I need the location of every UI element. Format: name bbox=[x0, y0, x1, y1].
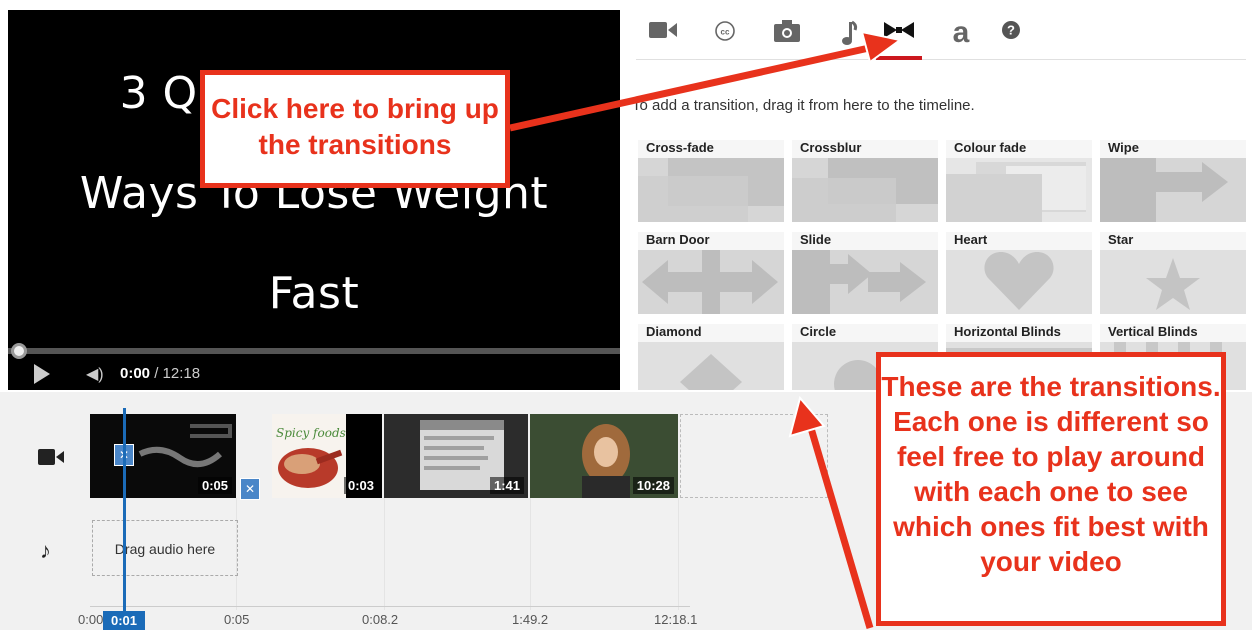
current-time: 0:00 bbox=[120, 365, 151, 382]
help-icon: ? bbox=[1002, 21, 1020, 39]
ruler-label: 0:00 bbox=[78, 612, 104, 627]
ruler-label: 12:18.1 bbox=[654, 612, 698, 627]
ruler-label: 0:08.2 bbox=[362, 612, 399, 627]
video-player[interactable]: 3 Quick and Easy Ways To Lose Weight Fas… bbox=[8, 10, 620, 390]
transition-label: Slide bbox=[792, 232, 938, 250]
tab-help[interactable]: ? bbox=[988, 14, 1034, 60]
wipe-arrow-icon bbox=[1100, 158, 1246, 222]
tab-captions[interactable]: cc bbox=[702, 14, 748, 60]
clip-duration: 0:05 bbox=[197, 477, 232, 494]
callout-transitions-tab: Click here to bring up the transitions bbox=[200, 70, 510, 188]
transition-label: Star bbox=[1100, 232, 1246, 250]
editor-tool-tabs: cc a ? bbox=[636, 14, 1246, 60]
transition-label: Diamond bbox=[638, 324, 784, 342]
playhead[interactable] bbox=[123, 408, 126, 614]
ruler-label: 1:49.2 bbox=[512, 612, 549, 627]
slide-arrows-icon bbox=[792, 250, 938, 314]
tab-transitions[interactable] bbox=[876, 14, 922, 60]
svg-text:?: ? bbox=[1007, 23, 1015, 38]
barn-door-icon bbox=[638, 250, 784, 314]
transition-label: Heart bbox=[946, 232, 1092, 250]
transition-label: Barn Door bbox=[638, 232, 784, 250]
transition-label: Cross-fade bbox=[638, 140, 784, 158]
music-note-icon bbox=[842, 20, 858, 45]
crossblur-preview-icon bbox=[792, 158, 938, 222]
tab-text[interactable]: a bbox=[938, 14, 984, 60]
clip-duration: 0:03 bbox=[343, 477, 378, 494]
ruler-label: 0:05 bbox=[224, 612, 250, 627]
timeline-clip[interactable]: 1:41 bbox=[384, 414, 528, 498]
photo-camera-icon bbox=[774, 20, 800, 42]
transition-crossblur[interactable]: Crossblur bbox=[792, 140, 938, 222]
transition-label: Vertical Blinds bbox=[1100, 324, 1246, 342]
video-drop-zone[interactable] bbox=[680, 414, 828, 498]
star-icon bbox=[1100, 250, 1246, 314]
clip-duration: 10:28 bbox=[632, 477, 674, 494]
progress-bar[interactable] bbox=[8, 348, 620, 354]
colour-fade-preview-icon bbox=[946, 158, 1092, 222]
timeline-gridline bbox=[384, 498, 385, 610]
transition-star[interactable]: Star bbox=[1100, 232, 1246, 314]
transition-label: Wipe bbox=[1100, 140, 1246, 158]
transition-label: Horizontal Blinds bbox=[946, 324, 1092, 342]
crossfade-preview-icon bbox=[638, 158, 784, 222]
playhead-time[interactable]: 0:01 bbox=[103, 611, 145, 630]
scrubber-handle[interactable] bbox=[11, 343, 27, 359]
svg-text:cc: cc bbox=[721, 28, 730, 37]
transitions-instructions: To add a transition, drag it from here t… bbox=[632, 97, 975, 114]
tab-video[interactable] bbox=[640, 14, 686, 60]
svg-text:a: a bbox=[953, 20, 970, 46]
transition-colour-fade[interactable]: Colour fade bbox=[946, 140, 1092, 222]
volume-icon[interactable]: ◀) bbox=[86, 364, 104, 384]
video-camera-icon bbox=[649, 22, 677, 38]
closed-captions-icon: cc bbox=[715, 21, 735, 41]
audio-track-icon: ♪ bbox=[40, 538, 51, 563]
timeline-clip[interactable]: 10:28 bbox=[530, 414, 678, 498]
transition-label: Circle bbox=[792, 324, 938, 342]
heart-icon bbox=[946, 250, 1092, 314]
time-display: 0:00 / 12:18 bbox=[120, 365, 200, 382]
timeline-clip[interactable]: Spicy foods 0:03 bbox=[272, 414, 382, 498]
transition-label: Colour fade bbox=[946, 140, 1092, 158]
transition-heart[interactable]: Heart bbox=[946, 232, 1092, 314]
tab-audio[interactable] bbox=[826, 14, 872, 60]
video-title-line-3: Fast bbox=[268, 268, 360, 319]
tab-photo[interactable] bbox=[764, 14, 810, 60]
transition-slide[interactable]: Slide bbox=[792, 232, 938, 314]
callout-transitions-info: These are the transitions. Each one is d… bbox=[876, 352, 1226, 626]
clip-duration: 1:41 bbox=[489, 477, 524, 494]
audio-drop-zone[interactable]: Drag audio here bbox=[92, 520, 238, 576]
total-time: / 12:18 bbox=[154, 365, 201, 382]
play-icon[interactable] bbox=[34, 364, 50, 384]
player-controls: ◀) 0:00 / 12:18 bbox=[8, 360, 620, 390]
timeline-clip[interactable]: 0:05 bbox=[90, 414, 236, 498]
clip-caption: Spicy foods bbox=[276, 426, 346, 440]
transition-marker[interactable]: ✕ bbox=[240, 478, 260, 500]
transition-label: Crossblur bbox=[792, 140, 938, 158]
text-a-icon: a bbox=[953, 20, 970, 46]
transition-barn-door[interactable]: Barn Door bbox=[638, 232, 784, 314]
timeline-gridline bbox=[678, 498, 679, 610]
transition-crossfade[interactable]: Cross-fade bbox=[638, 140, 784, 222]
timeline-ruler bbox=[90, 606, 690, 607]
transition-diamond[interactable]: Diamond bbox=[638, 324, 784, 390]
diamond-icon bbox=[638, 342, 784, 390]
bowtie-transitions-icon bbox=[884, 22, 914, 38]
timeline-gridline bbox=[530, 498, 531, 610]
transition-wipe[interactable]: Wipe bbox=[1100, 140, 1246, 222]
video-track-icon bbox=[38, 449, 64, 465]
